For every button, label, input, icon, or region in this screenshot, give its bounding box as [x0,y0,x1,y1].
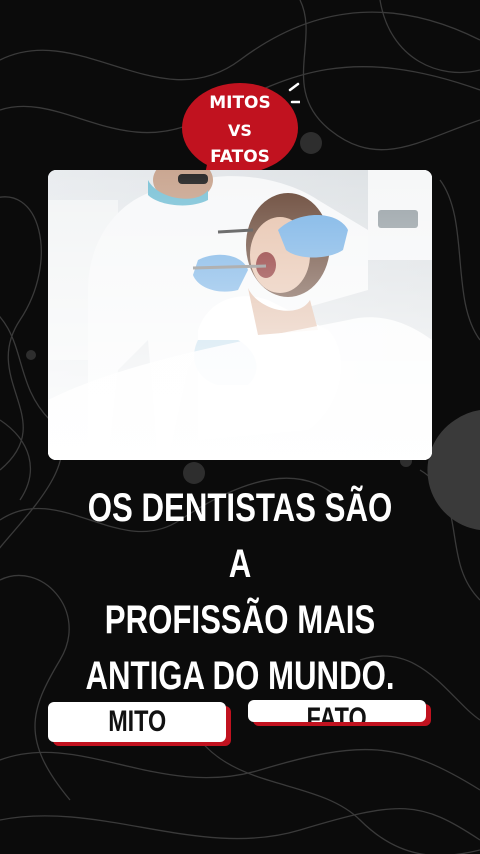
decorative-dot [300,132,322,154]
fato-button[interactable]: FATO [248,700,426,722]
badge-line-fatos: FATOS [210,147,270,167]
question-text: OS DENTISTAS SÃO A PROFISSÃO MAIS ANTIGA… [85,486,395,698]
mito-button[interactable]: MITO [48,702,226,742]
dentist-photo [48,170,432,460]
decorative-dot [26,350,36,360]
badge-line-vs: VS [228,121,252,140]
fato-button-label: FATO [306,702,368,722]
mito-button-label: MITO [107,705,167,738]
badge-line-mitos: MITOS [209,93,271,113]
